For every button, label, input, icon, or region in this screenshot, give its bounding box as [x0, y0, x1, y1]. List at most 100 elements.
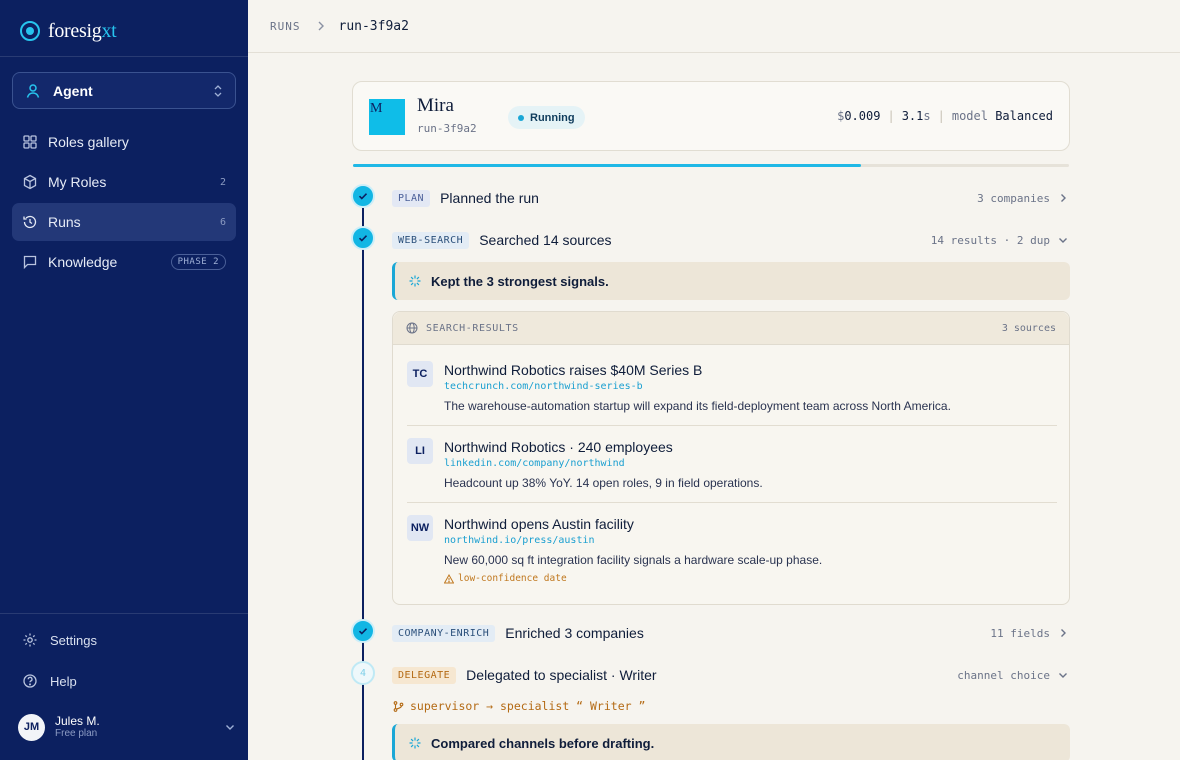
- run-progress-fill: [353, 164, 862, 167]
- breadcrumb-current: run-3f9a2: [338, 18, 409, 34]
- chevron-right-icon: [1061, 629, 1066, 637]
- status-badge: Running: [508, 106, 585, 129]
- user-name: Jules M.: [55, 714, 100, 728]
- step-pending-indicator: 4: [351, 661, 375, 685]
- step-complete-icon: [351, 619, 375, 643]
- reasoning-note: Compared channels before drafting.: [392, 724, 1070, 760]
- result-divider: [407, 502, 1057, 503]
- sidebar-item-label: Knowledge: [48, 254, 118, 270]
- step-tag: WEB-SEARCH: [392, 231, 470, 249]
- step-meta: 3 companies: [977, 191, 1050, 205]
- globe-icon: [406, 322, 418, 334]
- sidebar-item-count: 6: [219, 216, 226, 228]
- result-description: The warehouse-automation startup will ex…: [444, 399, 951, 413]
- settings-link[interactable]: Settings: [12, 621, 236, 659]
- settings-label: Settings: [50, 632, 97, 648]
- source-badge: LI: [407, 438, 433, 464]
- step-title: Enriched 3 companies: [505, 625, 644, 641]
- logo-icon: [20, 21, 40, 41]
- run-id: run-3f9a2: [417, 122, 477, 135]
- chevron-down-icon: [1059, 238, 1067, 243]
- stat-divider: |: [887, 109, 895, 123]
- sidebar-nav: Roles gallery My Roles 2 Runs 6 Knowledg…: [12, 123, 236, 283]
- agent-selector[interactable]: Agent: [12, 72, 236, 109]
- sidebar-item-roles-gallery[interactable]: Roles gallery: [12, 123, 236, 161]
- note-text: Compared channels before drafting.: [431, 735, 655, 751]
- step-tag: COMPANY-ENRICH: [392, 624, 496, 642]
- result-title[interactable]: Northwind Robotics · 240 employees: [444, 439, 673, 455]
- result-divider: [407, 425, 1057, 426]
- chevron-right-icon: [1061, 194, 1066, 202]
- chevron-updown-icon: [214, 84, 222, 97]
- note-text: Kept the 3 strongest signals.: [431, 273, 609, 289]
- search-results-header: SEARCH-RESULTS 3 sources: [393, 312, 1069, 345]
- breadcrumb: RUNS run-3f9a2: [248, 0, 1180, 53]
- chevron-down-icon: [1059, 673, 1067, 678]
- result-description: Headcount up 38% YoY. 14 open roles, 9 i…: [444, 476, 763, 490]
- agent-name: Mira: [417, 95, 454, 116]
- search-results-panel: SEARCH-RESULTS 3 sources TC Northwind Ro…: [392, 311, 1070, 605]
- person-icon: [26, 83, 40, 98]
- result-url[interactable]: techcrunch.com/northwind-series-b: [444, 381, 643, 392]
- result-title[interactable]: Northwind opens Austin facility: [444, 516, 634, 532]
- step-delegate[interactable]: DELEGATE Delegated to specialist · Write…: [392, 663, 1068, 687]
- result-url[interactable]: linkedin.com/company/northwind: [444, 458, 625, 469]
- run-duration: 3.1: [901, 109, 924, 123]
- step-tag: DELEGATE: [392, 666, 457, 684]
- history-icon: [23, 215, 37, 229]
- agent-avatar: M: [369, 99, 405, 135]
- step-web-search[interactable]: WEB-SEARCH Searched 14 sources 14 result…: [392, 228, 1068, 252]
- branch-icon: [393, 700, 404, 712]
- source-badge: NW: [407, 515, 433, 541]
- brand-logo[interactable]: foresigxt: [20, 18, 117, 44]
- sidebar-divider: [0, 613, 248, 614]
- model-label: model: [951, 109, 988, 123]
- step-meta: 14 results · 2 dup: [930, 233, 1050, 247]
- sidebar-item-label: Roles gallery: [48, 134, 129, 150]
- duration-unit: s: [923, 109, 931, 123]
- sidebar-item-my-roles[interactable]: My Roles 2: [12, 163, 236, 201]
- cost-prefix: $: [837, 109, 845, 123]
- chevron-right-icon: [318, 21, 324, 31]
- agent-selector-label: Agent: [53, 82, 93, 99]
- search-results-count: 3 sources: [1001, 322, 1056, 334]
- step-company-enrich[interactable]: COMPANY-ENRICH Enriched 3 companies 11 f…: [392, 621, 1068, 645]
- list-item: NW Northwind opens Austin facility north…: [407, 515, 1057, 591]
- sidebar-bottom: Settings Help: [12, 621, 236, 700]
- check-icon: [358, 628, 368, 635]
- run-stats: $0.009 | 3.1 s | model Balanced: [837, 109, 1053, 123]
- run-cost: 0.009: [844, 109, 881, 123]
- user-info: Jules M. Free plan: [55, 714, 100, 740]
- step-complete-icon: [351, 184, 375, 208]
- help-link[interactable]: Help: [12, 662, 236, 700]
- sparkle-icon: [409, 275, 421, 287]
- sidebar-item-label: Runs: [48, 214, 81, 230]
- list-item: TC Northwind Robotics raises $40M Series…: [407, 361, 1057, 421]
- result-title[interactable]: Northwind Robotics raises $40M Series B: [444, 362, 702, 378]
- step-title: Planned the run: [440, 190, 539, 206]
- sidebar-item-knowledge[interactable]: Knowledge PHASE 2: [12, 243, 236, 281]
- source-badge: TC: [407, 361, 433, 387]
- sidebar-item-runs[interactable]: Runs 6: [12, 203, 236, 241]
- step-plan[interactable]: PLAN Planned the run 3 companies: [392, 186, 1068, 210]
- step-tag: PLAN: [392, 189, 431, 207]
- search-results-title: SEARCH-RESULTS: [426, 322, 519, 334]
- grid-icon: [23, 135, 37, 149]
- cube-icon: [23, 174, 37, 190]
- phase-badge: PHASE 2: [170, 254, 226, 270]
- user-plan: Free plan: [55, 728, 98, 739]
- delegation-text: supervisor → specialist “ Writer ”: [410, 699, 646, 713]
- step-meta: 11 fields: [990, 626, 1050, 640]
- help-label: Help: [50, 673, 77, 689]
- breadcrumb-runs[interactable]: RUNS: [270, 20, 301, 33]
- result-url[interactable]: northwind.io/press/austin: [444, 535, 595, 546]
- gear-icon: [23, 633, 37, 647]
- warning-text: low-confidence date: [458, 573, 567, 584]
- low-confidence-warning: low-confidence date: [444, 573, 567, 584]
- user-menu[interactable]: JM Jules M. Free plan: [18, 713, 236, 741]
- check-icon: [358, 193, 368, 200]
- message-square-icon: [23, 255, 37, 270]
- model-value: Balanced: [995, 109, 1053, 123]
- list-item: LI Northwind Robotics · 240 employees li…: [407, 438, 1057, 498]
- step-meta: channel choice: [957, 668, 1050, 682]
